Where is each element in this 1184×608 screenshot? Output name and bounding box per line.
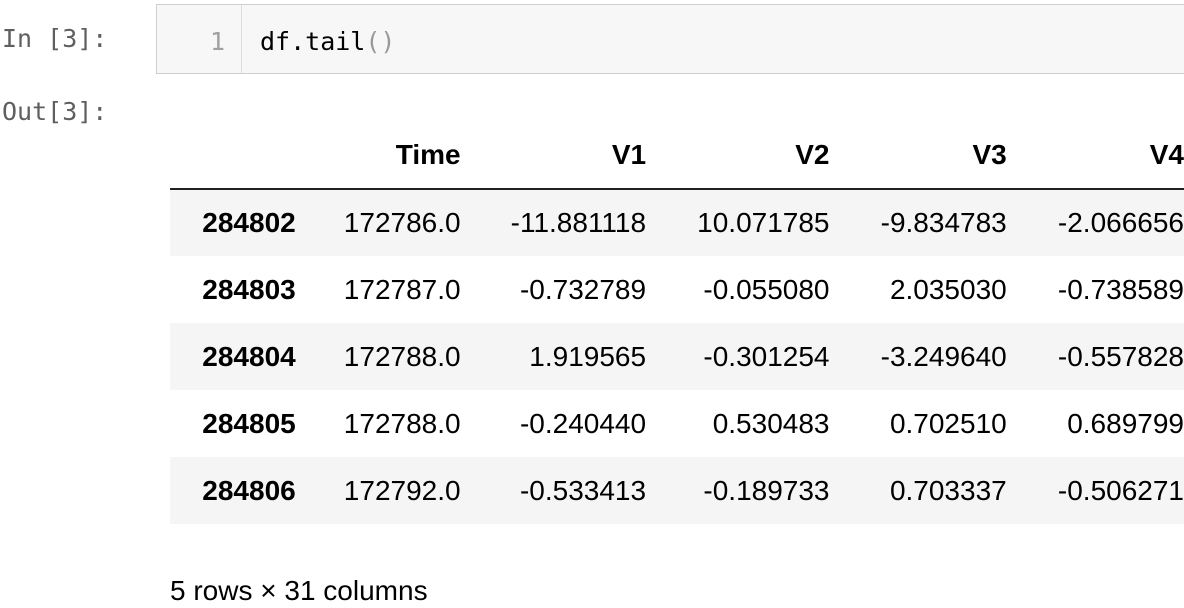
- cell-v3: -9.834783: [880, 207, 1007, 238]
- cell-v4: -2.066656: [1057, 207, 1184, 238]
- row-index: 284805: [202, 407, 296, 439]
- cell-v3: 0.703337: [889, 474, 1007, 506]
- row-index: 284804: [202, 340, 296, 372]
- column-header-v4: V4: [1006, 122, 1184, 190]
- line-number: 1: [209, 27, 225, 56]
- cell-v3: 0.702510: [889, 407, 1007, 439]
- cell-v3: 2.035030: [889, 273, 1007, 305]
- column-header-v2: V2: [646, 122, 830, 190]
- code-input-area[interactable]: 1 df.tail(): [156, 4, 1184, 74]
- row-index: 284802: [202, 207, 296, 238]
- cell-v4: 0.689799: [1067, 407, 1184, 439]
- cell-v3: -3.249640: [880, 340, 1007, 372]
- column-header-v1: V1: [460, 122, 647, 190]
- code-parens: (): [365, 27, 396, 56]
- cell-v2: -0.055080: [703, 273, 830, 305]
- table-row: 284802 172786.0 -11.881118 10.071785 -9.…: [170, 189, 1184, 256]
- column-header-time: Time: [295, 122, 461, 190]
- cell-v4: -0.738589: [1057, 273, 1184, 305]
- cell-v1: -0.240440: [519, 407, 647, 439]
- table-row: 284806 172792.0 -0.533413 -0.189733 0.70…: [170, 457, 1184, 524]
- table-row: 284803 172787.0 -0.732789 -0.055080 2.03…: [170, 256, 1184, 323]
- code-line[interactable]: df.tail(): [260, 27, 395, 57]
- cell-v1: -0.533413: [519, 474, 647, 506]
- table-header-row: Time V1 V2 V3 V4: [170, 122, 1184, 190]
- cell-time: 172788.0: [343, 340, 461, 372]
- output-prompt: Out[3]:: [2, 97, 108, 126]
- cell-v1: 1.919565: [529, 340, 647, 372]
- cell-time: 172788.0: [343, 407, 461, 439]
- line-number-gutter: 1: [157, 5, 242, 73]
- cell-time: 172786.0: [343, 207, 461, 238]
- cell-v4: -0.557828: [1057, 340, 1184, 372]
- dataframe-table: Time V1 V2 V3 V4 284802 172786.0 -11.881…: [170, 122, 1184, 524]
- cell-v1: -11.881118: [510, 207, 647, 238]
- row-index: 284803: [202, 273, 296, 305]
- cell-time: 172792.0: [343, 474, 461, 506]
- cell-v2: 0.530483: [712, 407, 830, 439]
- row-index: 284806: [202, 474, 296, 506]
- cell-v2: -0.189733: [703, 474, 830, 506]
- dataframe-shape-note: 5 rows × 31 columns: [170, 575, 428, 606]
- column-header-v3: V3: [829, 122, 1007, 190]
- cell-time: 172787.0: [343, 273, 461, 305]
- table-row: 284805 172788.0 -0.240440 0.530483 0.702…: [170, 390, 1184, 457]
- table-row: 284804 172788.0 1.919565 -0.301254 -3.24…: [170, 323, 1184, 390]
- code-text: df.tail: [260, 27, 366, 56]
- cell-v2: -0.301254: [703, 340, 830, 372]
- cell-v4: -0.506271: [1057, 474, 1184, 506]
- column-header-index: [170, 122, 296, 190]
- cell-v2: 10.071785: [697, 207, 830, 238]
- cell-v1: -0.732789: [519, 273, 647, 305]
- input-prompt: In [3]:: [2, 24, 108, 53]
